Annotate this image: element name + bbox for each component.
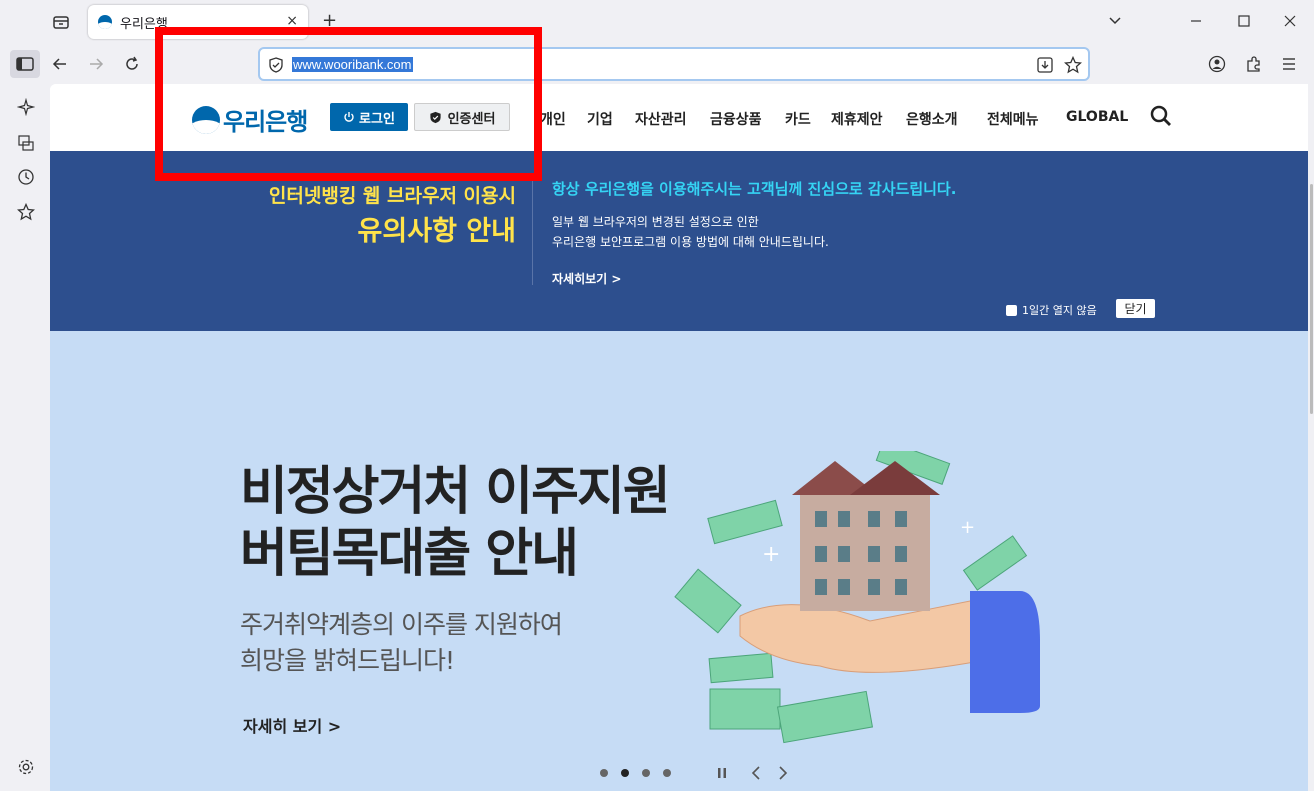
hero-subtitle: 주거취약계층의 이주를 지원하여 희망을 밝혀드립니다!: [240, 607, 563, 679]
back-icon[interactable]: [52, 56, 68, 75]
nav-personal[interactable]: 개인: [540, 109, 566, 129]
nav-partnership[interactable]: 제휴제안: [831, 109, 883, 129]
dismiss-checkbox[interactable]: 1일간 열지 않음: [1006, 302, 1097, 318]
hero-title: 비정상거처 이주지원 버팀목대출 안내: [240, 461, 671, 585]
maximize-icon[interactable]: [1238, 14, 1250, 30]
hero-more-link[interactable]: 자세히 보기 >: [243, 713, 341, 737]
web-content: 우리은행 로그인 인증센터 개인 기업 자산관리 금융상품 카드 제휴제안 은행…: [50, 84, 1308, 791]
url-text[interactable]: www.wooribank.com: [292, 57, 413, 72]
nav-asset-management[interactable]: 자산관리: [635, 109, 687, 129]
menu-icon[interactable]: [1281, 56, 1297, 75]
shield-icon[interactable]: [268, 57, 284, 76]
woori-logo-icon: [192, 105, 220, 134]
notice-title-line1: 인터넷뱅킹 웹 브라우저 이용시: [268, 185, 516, 207]
notice-body-line1: 일부 웹 브라우저의 변경된 설정으로 인한: [552, 215, 759, 229]
forward-icon[interactable]: [88, 56, 104, 75]
bookmarks-icon[interactable]: [16, 202, 36, 224]
dismiss-label: 1일간 열지 않음: [1022, 304, 1097, 317]
navigation-toolbar: www.wooribank.com: [0, 44, 1314, 84]
search-icon[interactable]: [1150, 105, 1172, 127]
house-in-hand-illustration: + +: [674, 451, 1040, 744]
minimize-icon[interactable]: [1190, 14, 1202, 30]
slide-dot-4[interactable]: [663, 769, 671, 777]
tab-title: 우리은행: [120, 16, 168, 32]
scrollbar-thumb[interactable]: [1310, 184, 1313, 414]
notice-close-button[interactable]: 닫기: [1116, 299, 1155, 318]
account-icon[interactable]: [1208, 55, 1226, 76]
login-label: 로그인: [359, 111, 395, 127]
settings-gear-icon[interactable]: [17, 758, 35, 779]
notice-body-line2: 우리은행 보안프로그램 이용 방법에 대해 안내드립니다.: [552, 235, 829, 249]
next-slide-icon[interactable]: [777, 766, 789, 780]
hero-subtitle-line1: 주거취약계층의 이주를 지원하여: [240, 610, 563, 639]
synced-tabs-icon[interactable]: [17, 134, 35, 155]
sidebar-toggle-icon[interactable]: [10, 50, 40, 78]
window-close-icon[interactable]: [1284, 14, 1296, 30]
tab-overview-icon[interactable]: [52, 13, 70, 34]
prev-slide-icon[interactable]: [750, 766, 762, 780]
nav-about-bank[interactable]: 은행소개: [906, 109, 958, 129]
cert-center-button[interactable]: 인증센터: [414, 103, 510, 131]
site-header: 우리은행 로그인 인증센터 개인 기업 자산관리 금융상품 카드 제휴제안 은행…: [50, 84, 1308, 151]
notice-headline: 항상 우리은행을 이용해주시는 고객님께 진심으로 감사드립니다.: [552, 180, 957, 198]
browser-notice-banner: 인터넷뱅킹 웹 브라우저 이용시 유의사항 안내 항상 우리은행을 이용해주시는…: [50, 151, 1308, 331]
save-page-icon[interactable]: [1036, 56, 1054, 77]
slide-indicators: [600, 769, 671, 777]
slide-dot-2[interactable]: [621, 769, 629, 777]
hero-subtitle-line2: 희망을 밝혀드립니다!: [240, 646, 455, 675]
active-tab[interactable]: 우리은행 ×: [88, 5, 308, 39]
svg-text:+: +: [960, 517, 975, 538]
nav-global[interactable]: GLOBAL: [1066, 109, 1128, 125]
history-icon[interactable]: [17, 168, 35, 189]
notice-more-link[interactable]: 자세히보기 >: [552, 270, 621, 287]
cert-label: 인증센터: [447, 111, 496, 127]
notice-divider: [532, 177, 533, 285]
hero-title-line1: 비정상거처 이주지원: [240, 462, 671, 522]
logo-text: 우리은행: [223, 108, 308, 136]
svg-text:+: +: [762, 542, 780, 567]
extensions-icon[interactable]: [1245, 55, 1263, 76]
checkbox-icon[interactable]: [1006, 304, 1017, 316]
reload-icon[interactable]: [124, 56, 140, 75]
slide-dot-3[interactable]: [642, 769, 650, 777]
slide-dot-1[interactable]: [600, 769, 608, 777]
pause-icon[interactable]: [716, 767, 728, 779]
ai-sparkle-icon[interactable]: [16, 97, 36, 119]
nav-business[interactable]: 기업: [587, 109, 613, 129]
shield-check-icon: [429, 111, 441, 123]
browser-sidebar: [0, 84, 50, 791]
login-button[interactable]: 로그인: [330, 103, 408, 131]
page-scrollbar[interactable]: [1308, 84, 1314, 791]
tab-close-icon[interactable]: ×: [286, 13, 298, 29]
nav-card[interactable]: 카드: [785, 109, 811, 129]
notice-title-line2: 유의사항 안내: [357, 216, 516, 247]
nav-all-menu[interactable]: 전체메뉴: [987, 109, 1039, 129]
address-bar[interactable]: www.wooribank.com: [258, 47, 1090, 81]
hero-banner: 비정상거처 이주지원 버팀목대출 안내 주거취약계층의 이주를 지원하여 희망을…: [50, 331, 1308, 791]
hero-title-line2: 버팀목대출 안내: [240, 524, 579, 584]
list-all-tabs-icon[interactable]: [1108, 13, 1122, 30]
woori-favicon-icon: [98, 15, 112, 29]
woori-logo[interactable]: 우리은행: [192, 102, 308, 137]
bookmark-star-icon[interactable]: [1063, 55, 1083, 77]
tab-bar: 우리은행 × +: [0, 0, 1314, 44]
new-tab-icon[interactable]: +: [322, 12, 337, 30]
nav-financial-products[interactable]: 금융상품: [710, 109, 762, 129]
power-icon: [344, 112, 354, 122]
